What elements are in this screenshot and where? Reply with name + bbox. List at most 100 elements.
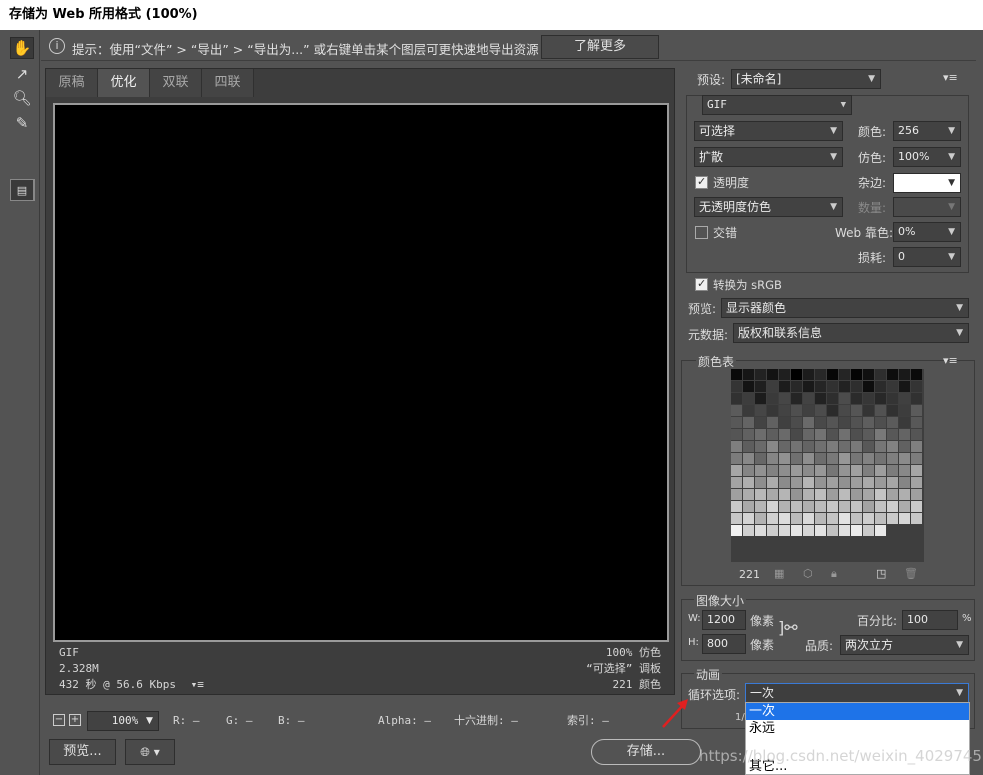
palette-swatch[interactable]	[851, 381, 862, 392]
palette-swatch[interactable]	[911, 405, 922, 416]
palette-swatch[interactable]	[839, 429, 850, 440]
palette-swatch[interactable]	[827, 441, 838, 452]
palette-swatch[interactable]	[803, 417, 814, 428]
palette-swatch[interactable]	[827, 429, 838, 440]
palette-swatch[interactable]	[731, 489, 742, 500]
palette-swatch[interactable]	[875, 525, 886, 536]
lossy-input[interactable]: 0 ▼	[893, 247, 961, 267]
palette-swatch[interactable]	[875, 489, 886, 500]
palette-swatch[interactable]	[875, 381, 886, 392]
zoom-icon[interactable]: 🔍︎	[10, 87, 34, 109]
color-reduction-select[interactable]: 可选择 ▼	[694, 121, 843, 141]
palette-swatch[interactable]	[887, 489, 898, 500]
palette-swatch[interactable]	[791, 429, 802, 440]
palette-swatch[interactable]	[743, 417, 754, 428]
convert-srgb-checkbox[interactable]	[695, 277, 708, 291]
palette-swatch[interactable]	[899, 429, 910, 440]
format-select[interactable]: GIF ▼	[702, 95, 852, 115]
palette-swatch[interactable]	[779, 417, 790, 428]
palette-swatch[interactable]	[827, 513, 838, 524]
palette-swatch[interactable]	[899, 513, 910, 524]
palette-swatch[interactable]	[755, 429, 766, 440]
palette-swatch[interactable]	[851, 513, 862, 524]
palette-swatch[interactable]	[875, 405, 886, 416]
palette-swatch[interactable]	[827, 501, 838, 512]
palette-swatch[interactable]	[851, 465, 862, 476]
palette-swatch[interactable]	[743, 525, 754, 536]
palette-swatch[interactable]	[755, 453, 766, 464]
palette-swatch[interactable]	[875, 453, 886, 464]
palette-swatch[interactable]	[755, 393, 766, 404]
palette-swatch[interactable]	[887, 501, 898, 512]
palette-swatch[interactable]	[887, 417, 898, 428]
palette-swatch[interactable]	[839, 453, 850, 464]
palette-swatch[interactable]	[779, 429, 790, 440]
palette-swatch[interactable]	[863, 477, 874, 488]
palette-swatch[interactable]	[875, 513, 886, 524]
tab-4up[interactable]: 四联	[202, 69, 254, 97]
palette-swatch[interactable]	[911, 513, 922, 524]
palette-swatch[interactable]	[743, 465, 754, 476]
palette-swatch[interactable]	[767, 489, 778, 500]
palette-swatch[interactable]	[875, 477, 886, 488]
palette-swatch[interactable]	[899, 465, 910, 476]
preview-select[interactable]: 显示器颜色 ▼	[721, 298, 969, 318]
palette-swatch[interactable]	[887, 405, 898, 416]
palette-swatch[interactable]	[755, 369, 766, 380]
palette-swatch[interactable]	[731, 465, 742, 476]
interlaced-checkbox[interactable]	[695, 226, 708, 239]
web-snap-input[interactable]: 0% ▼	[893, 222, 961, 242]
palette-swatch[interactable]	[791, 513, 802, 524]
palette-swatch[interactable]	[779, 465, 790, 476]
palette-swatch[interactable]	[839, 465, 850, 476]
loop-select[interactable]: 一次 ▼	[745, 683, 969, 703]
palette-swatch[interactable]	[803, 381, 814, 392]
palette-swatch[interactable]	[863, 489, 874, 500]
palette-swatch[interactable]	[899, 381, 910, 392]
palette-swatch[interactable]	[755, 441, 766, 452]
palette-swatch[interactable]	[827, 453, 838, 464]
slice-select-icon[interactable]: ↗	[10, 63, 34, 85]
palette-swatch[interactable]	[911, 369, 922, 380]
palette-swatch[interactable]	[851, 417, 862, 428]
palette-swatch[interactable]	[827, 417, 838, 428]
palette-swatch[interactable]	[731, 441, 742, 452]
quality-select[interactable]: 两次立方 ▼	[840, 635, 969, 655]
palette-swatch[interactable]	[911, 465, 922, 476]
palette-swatch[interactable]	[839, 525, 850, 536]
dither-algorithm-select[interactable]: 扩散 ▼	[694, 147, 843, 167]
palette-swatch[interactable]	[755, 465, 766, 476]
palette-swatch[interactable]	[839, 405, 850, 416]
matte-select[interactable]: ▼	[893, 173, 961, 193]
browser-preview-button[interactable]: 🌐︎ ▾	[125, 739, 175, 765]
hand-icon[interactable]: ✋	[10, 37, 34, 59]
palette-swatch[interactable]	[743, 369, 754, 380]
palette-swatch[interactable]	[839, 441, 850, 452]
palette-swatch[interactable]	[767, 525, 778, 536]
palette-swatch[interactable]	[779, 477, 790, 488]
palette-swatch[interactable]	[791, 441, 802, 452]
palette-swatch[interactable]	[779, 381, 790, 392]
palette-swatch[interactable]	[767, 417, 778, 428]
palette-swatch[interactable]	[851, 477, 862, 488]
palette-swatch[interactable]	[791, 405, 802, 416]
palette-swatch[interactable]	[851, 501, 862, 512]
learn-more-button[interactable]: 了解更多	[541, 35, 659, 59]
palette-swatch[interactable]	[827, 381, 838, 392]
transparency-checkbox[interactable]	[695, 175, 708, 189]
palette-swatch[interactable]	[743, 453, 754, 464]
palette-swatch[interactable]	[815, 429, 826, 440]
palette-swatch[interactable]	[839, 381, 850, 392]
width-input[interactable]: 1200	[702, 610, 746, 630]
palette-swatch[interactable]	[815, 489, 826, 500]
palette-swatch[interactable]	[815, 417, 826, 428]
palette-swatch[interactable]	[803, 405, 814, 416]
palette-swatch[interactable]	[863, 429, 874, 440]
palette-swatch[interactable]	[767, 381, 778, 392]
palette-swatch[interactable]	[911, 393, 922, 404]
palette-swatch[interactable]	[875, 393, 886, 404]
palette-swatch[interactable]	[767, 513, 778, 524]
palette-swatch[interactable]	[851, 429, 862, 440]
palette-swatch[interactable]	[827, 465, 838, 476]
palette-swatch[interactable]	[815, 393, 826, 404]
